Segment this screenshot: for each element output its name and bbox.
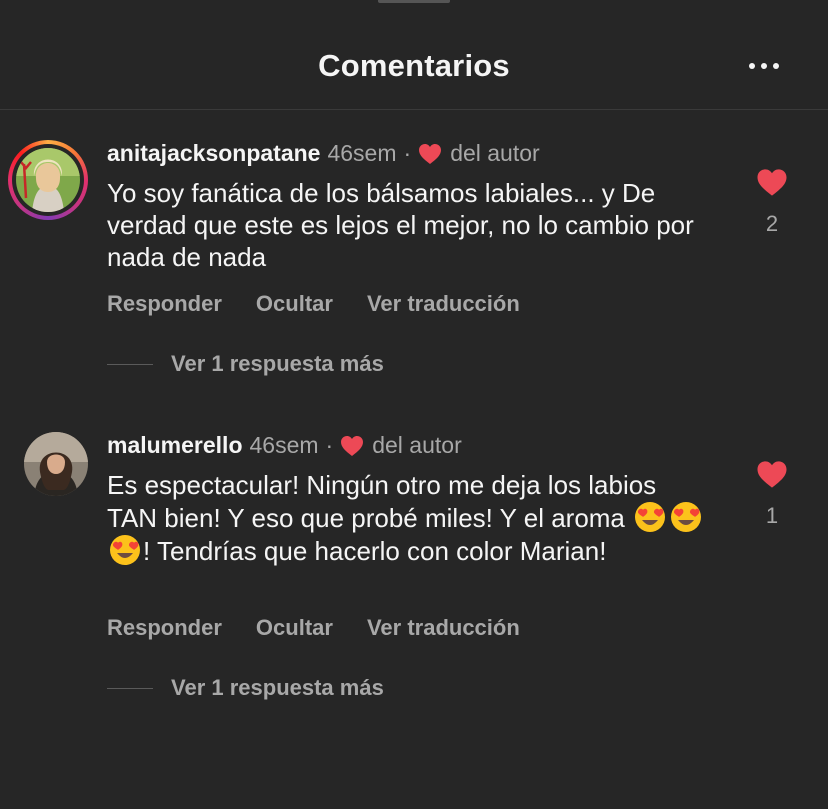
view-replies-button[interactable]: Ver 1 respuesta más <box>107 675 384 701</box>
more-options-button[interactable] <box>744 52 784 80</box>
like-column: 1 <box>748 460 796 529</box>
author-like-label: del autor <box>372 432 462 458</box>
author-like-label: del autor <box>450 140 540 166</box>
see-translation-button[interactable]: Ver traducción <box>367 615 520 641</box>
like-count: 1 <box>765 503 779 528</box>
avatar <box>16 148 80 212</box>
like-column: 2 <box>748 168 796 237</box>
more-horizontal-icon <box>749 63 755 69</box>
avatar-story-ring[interactable] <box>8 140 88 220</box>
author-liked-heart-icon <box>341 435 364 456</box>
comment-actions: Responder Ocultar Ver traducción <box>107 615 520 641</box>
heart-eyes-emoji <box>110 535 140 565</box>
comment-timestamp: 46sem <box>249 432 319 458</box>
comment-text: Yo soy fanática de los bálsamos labiales… <box>107 178 694 272</box>
replies-divider-line <box>107 363 153 365</box>
avatar[interactable] <box>24 432 88 496</box>
comment-timestamp: 46sem <box>327 140 397 166</box>
username-link[interactable]: anitajacksonpatane <box>107 140 320 167</box>
view-replies-label: Ver 1 respuesta más <box>171 675 384 700</box>
comment-text-part: Es espectacular! Ningún otro me deja los… <box>107 470 657 533</box>
username-link[interactable]: malumerello <box>107 432 243 459</box>
replies-divider-line <box>107 687 153 689</box>
comment-meta: anitajacksonpatane 46sem · del autor <box>107 140 540 167</box>
comment-meta: malumerello 46sem · del autor <box>107 432 462 459</box>
heart-eyes-emoji <box>671 502 702 532</box>
heart-eyes-emoji <box>635 502 666 532</box>
reply-button[interactable]: Responder <box>107 291 222 317</box>
comment-actions: Responder Ocultar Ver traducción <box>107 291 520 317</box>
meta-separator: · <box>325 432 334 458</box>
page-title: Comentarios <box>318 48 510 83</box>
comment-text-part: ! Tendrías que hacerlo con color Marian! <box>143 536 607 566</box>
like-heart-icon[interactable] <box>756 168 788 197</box>
hide-button[interactable]: Ocultar <box>256 291 333 317</box>
view-replies-button[interactable]: Ver 1 respuesta más <box>107 351 384 377</box>
like-heart-icon[interactable] <box>756 460 788 489</box>
view-replies-label: Ver 1 respuesta más <box>171 351 384 376</box>
author-liked-heart-icon <box>419 143 442 164</box>
reply-button[interactable]: Responder <box>107 615 222 641</box>
like-count: 2 <box>765 211 779 236</box>
see-translation-button[interactable]: Ver traducción <box>367 291 520 317</box>
hide-button[interactable]: Ocultar <box>256 615 333 641</box>
meta-separator: · <box>403 140 412 166</box>
comment-text: Es espectacular! Ningún otro me deja los… <box>107 469 707 567</box>
comments-header: Comentarios <box>0 0 828 110</box>
